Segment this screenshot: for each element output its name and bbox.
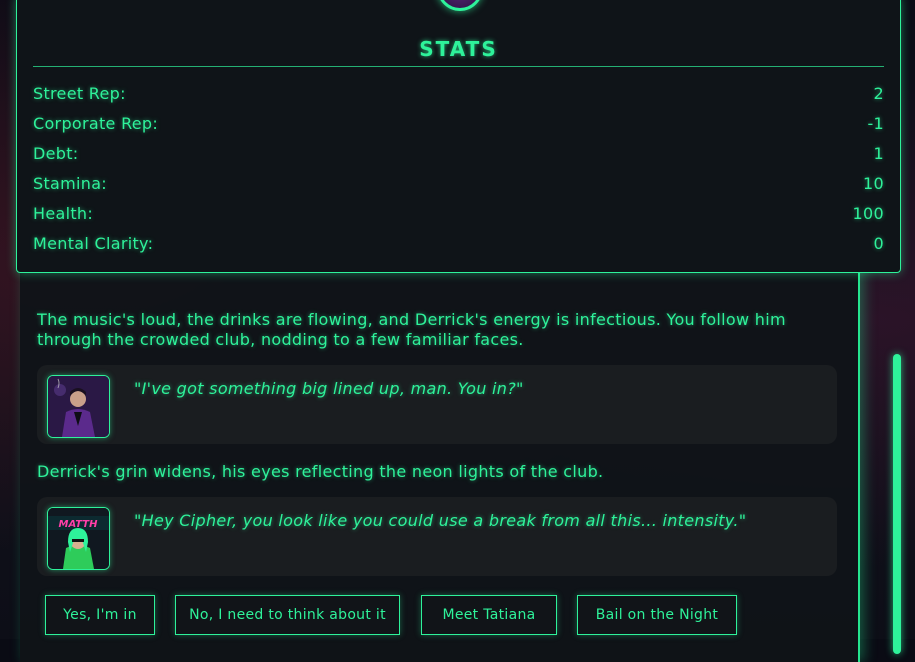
stat-label: Street Rep: [33, 83, 126, 103]
stat-row-street-rep: Street Rep: 2 [33, 83, 884, 103]
derrick-portrait [47, 375, 110, 438]
stat-row-corporate-rep: Corporate Rep: -1 [33, 113, 884, 133]
stat-row-debt: Debt: 1 [33, 143, 884, 163]
stat-value: 10 [863, 173, 884, 193]
dialog-quote: "I've got something big lined up, man. Y… [134, 379, 524, 398]
stat-label: Stamina: [33, 173, 108, 193]
player-avatar[interactable] [437, 0, 483, 11]
stat-value: 0 [873, 233, 884, 253]
choice-button-meet-tatiana[interactable]: Meet Tatiana [421, 595, 557, 635]
stat-label: Debt: [33, 143, 79, 163]
dialog-card-derrick: "I've got something big lined up, man. Y… [37, 365, 837, 444]
narration-text: Derrick's grin widens, his eyes reflecti… [37, 462, 604, 481]
stat-value: 100 [852, 203, 884, 223]
stat-value: 1 [873, 143, 884, 163]
stat-label: Mental Clarity: [33, 233, 154, 253]
stats-title: STATS [419, 37, 498, 61]
choice-button-yes[interactable]: Yes, I'm in [45, 595, 155, 635]
stat-value: 2 [873, 83, 884, 103]
stat-label: Corporate Rep: [33, 113, 159, 133]
divider [33, 66, 884, 67]
choice-button-think[interactable]: No, I need to think about it [175, 595, 400, 635]
narration-text: The music's loud, the drinks are flowing… [37, 310, 786, 349]
speaker-portrait: MATTH [47, 507, 110, 570]
stat-value: -1 [867, 113, 884, 133]
stat-row-health: Health: 100 [33, 203, 884, 223]
choice-button-bail[interactable]: Bail on the Night [577, 595, 737, 635]
stat-row-stamina: Stamina: 10 [33, 173, 884, 193]
stat-row-mental-clarity: Mental Clarity: 0 [33, 233, 884, 253]
dialog-card-cipher: MATTH "Hey Cipher, you look like you cou… [37, 497, 837, 576]
stats-panel: STATS Street Rep: 2 Corporate Rep: -1 De… [16, 0, 901, 273]
dialog-quote: "Hey Cipher, you look like you could use… [134, 511, 747, 530]
stat-label: Health: [33, 203, 94, 223]
scrollbar-thumb[interactable] [893, 354, 901, 654]
scrollbar[interactable] [893, 330, 901, 654]
